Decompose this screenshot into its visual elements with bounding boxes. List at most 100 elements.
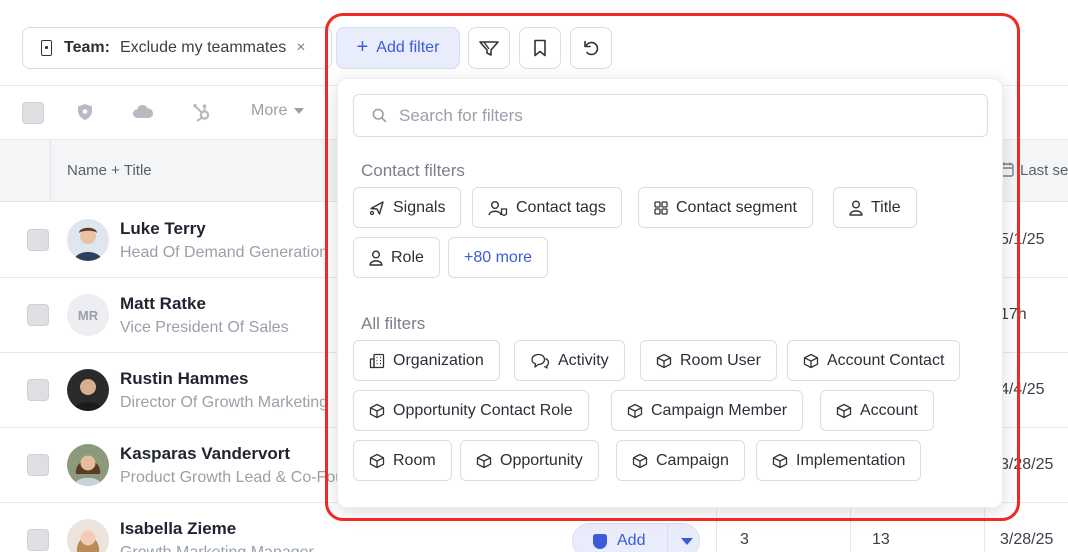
last-seen: 3/28/25 — [1000, 456, 1054, 473]
person-icon — [369, 250, 383, 266]
phone-icon — [41, 40, 52, 56]
more-menu[interactable]: More — [251, 102, 305, 120]
select-all-checkbox[interactable] — [22, 102, 44, 124]
filter-chip-label: Account — [860, 401, 918, 419]
add-to-sequence-button[interactable]: Add — [572, 523, 700, 552]
filter-bar: Team: Exclude my teammates × + Add filte… — [0, 0, 1068, 86]
box-icon — [836, 403, 852, 418]
column-divider — [50, 140, 51, 202]
filter-chip-campaign-member[interactable]: Campaign Member — [611, 390, 804, 431]
building-icon — [369, 353, 385, 368]
column-divider — [716, 503, 717, 552]
filter-dropdown: Contact filters Signals Contact tags Con… — [337, 78, 1003, 508]
filter-chip-label: Organization — [393, 351, 484, 369]
row-checkbox[interactable] — [27, 304, 49, 326]
filter-chip-title[interactable]: Title — [833, 187, 917, 228]
contact-title: Product Growth Lead & Co-Founder — [120, 469, 340, 486]
filter-chip-label: Contact segment — [676, 198, 797, 216]
filter-chip-room[interactable]: Room — [353, 440, 452, 481]
avatar: MR — [67, 294, 109, 336]
last-seen: 5/1/25 — [1000, 231, 1045, 248]
filter-chip-label: Role — [391, 248, 424, 266]
filter-chip-contact-tags[interactable]: Contact tags — [472, 187, 622, 228]
shield-icon — [593, 533, 607, 549]
more-label: More — [251, 102, 288, 119]
contact-name[interactable]: Isabella Zieme — [120, 519, 236, 539]
filter-chip-contact-segment[interactable]: Contact segment — [638, 187, 813, 228]
filter-chip-activity[interactable]: Activity — [514, 340, 625, 381]
divider — [667, 523, 669, 552]
bookmark-icon — [534, 39, 546, 57]
column-header-last[interactable]: Last se — [1000, 162, 1068, 179]
contact-title: Head Of Demand Generation — [120, 244, 329, 261]
box-icon — [656, 353, 672, 368]
filter-chip-label: Campaign — [656, 451, 729, 469]
contact-title: Growth Marketing Manager — [120, 544, 340, 552]
save-view-button[interactable] — [519, 27, 561, 69]
filter-chip-label: Account Contact — [827, 351, 945, 369]
filter-chip-opportunity[interactable]: Opportunity — [460, 440, 599, 481]
contact-name[interactable]: Rustin Hammes — [120, 369, 248, 389]
funnel-icon — [479, 41, 499, 56]
filter-search-input[interactable] — [399, 105, 959, 126]
box-icon — [369, 453, 385, 468]
filter-chip-campaign[interactable]: Campaign — [616, 440, 745, 481]
filter-chip-account-contact[interactable]: Account Contact — [787, 340, 961, 381]
filter-chip-label: Implementation — [796, 451, 906, 469]
more-filters-button[interactable]: +80 more — [448, 237, 549, 278]
filter-chip-role[interactable]: Role — [353, 237, 440, 278]
search-icon — [372, 108, 387, 123]
team-filter-key: Team: — [64, 39, 110, 56]
chevron-down-icon[interactable] — [681, 537, 694, 545]
filter-chip-implementation[interactable]: Implementation — [756, 440, 922, 481]
filter-chip-room-user[interactable]: Room User — [640, 340, 777, 381]
chat-icon — [531, 353, 550, 369]
reset-button[interactable] — [570, 27, 612, 69]
contact-title: Director Of Growth Marketing — [120, 394, 329, 411]
filter-chip-organization[interactable]: Organization — [353, 340, 500, 381]
last-seen: 4/4/25 — [1000, 381, 1045, 398]
box-icon — [476, 453, 492, 468]
team-filter-chip[interactable]: Team: Exclude my teammates × — [22, 27, 332, 69]
count-cell: 13 — [872, 531, 890, 548]
undo-icon — [584, 40, 599, 56]
filter-search-box[interactable] — [353, 94, 988, 137]
table-row[interactable]: Isabella Zieme Growth Marketing Manager … — [0, 503, 1068, 552]
row-checkbox[interactable] — [27, 229, 49, 251]
contact-name[interactable]: Matt Ratke — [120, 294, 206, 314]
shield-icon[interactable] — [77, 103, 93, 121]
contact-title: Vice President Of Sales — [120, 319, 289, 336]
filter-chip-label: Contact tags — [516, 198, 606, 216]
box-icon — [772, 453, 788, 468]
clear-filters-button[interactable] — [468, 27, 510, 69]
avatar — [67, 444, 109, 486]
hubspot-icon[interactable] — [192, 103, 212, 123]
add-filter-label: Add filter — [376, 39, 440, 56]
person-icon — [849, 200, 863, 216]
box-icon — [632, 453, 648, 468]
filter-chip-opportunity-contact-role[interactable]: Opportunity Contact Role — [353, 390, 589, 431]
row-checkbox[interactable] — [27, 454, 49, 476]
contact-filters-heading: Contact filters — [361, 161, 465, 180]
avatar — [67, 219, 109, 261]
avatar — [67, 369, 109, 411]
filter-chip-label: Title — [871, 198, 901, 216]
salesforce-cloud-icon[interactable] — [132, 103, 154, 121]
grid-icon — [654, 200, 668, 215]
filter-chip-label: Room — [393, 451, 436, 469]
contact-name[interactable]: Luke Terry — [120, 219, 206, 239]
row-checkbox[interactable] — [27, 529, 49, 551]
contact-name[interactable]: Kasparas Vandervort — [120, 444, 290, 464]
column-divider — [984, 503, 985, 552]
add-filter-button[interactable]: + Add filter — [336, 27, 460, 69]
row-checkbox[interactable] — [27, 379, 49, 401]
signal-icon — [369, 200, 384, 215]
filter-chip-label: Campaign Member — [651, 401, 788, 419]
column-divider — [850, 503, 851, 552]
filter-chip-signals[interactable]: Signals — [353, 187, 462, 228]
filter-chip-label: Signals — [393, 198, 446, 216]
remove-filter-icon[interactable]: × — [296, 39, 305, 57]
filter-chip-account[interactable]: Account — [820, 390, 934, 431]
count-cell: 3 — [740, 531, 749, 548]
column-header-name-title[interactable]: Name + Title — [67, 162, 152, 179]
